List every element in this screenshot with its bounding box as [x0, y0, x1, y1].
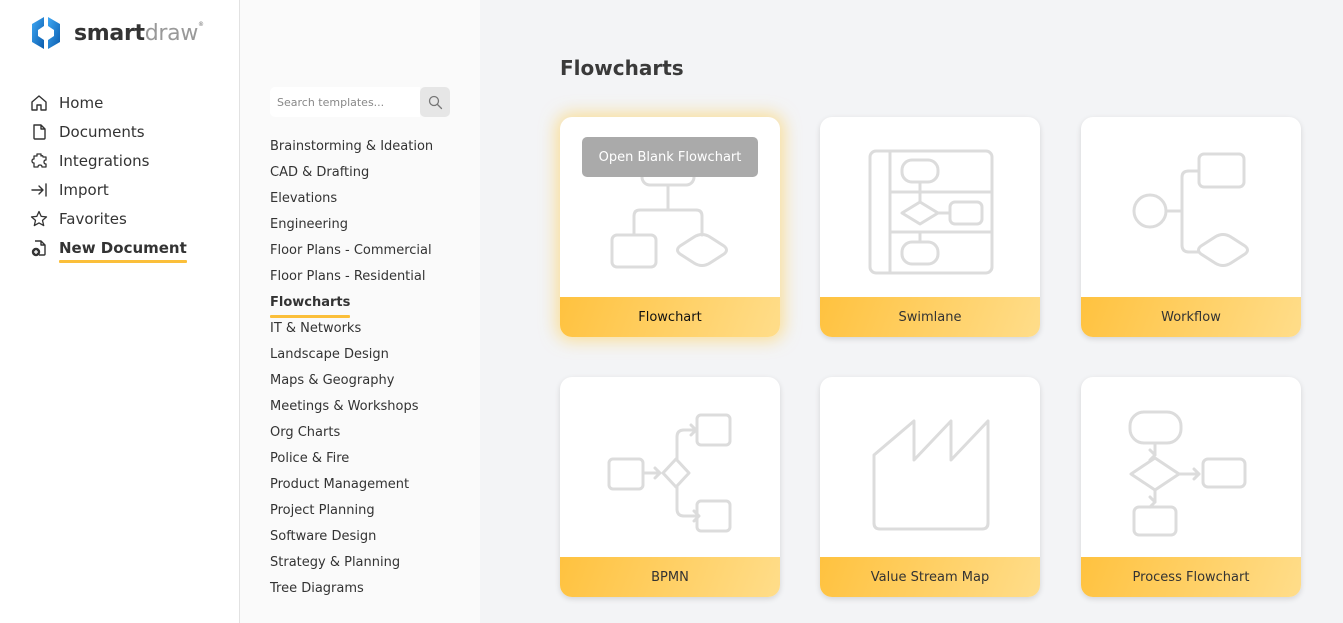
smartdraw-logo-icon: [32, 17, 60, 49]
category-item-floor-plans-commercial[interactable]: Floor Plans - Commercial: [270, 238, 433, 264]
template-card-label: Workflow: [1081, 297, 1301, 337]
smartdraw-logo[interactable]: smartdraw®: [30, 16, 204, 50]
main-nav: Home Documents Integrations Import Favor…: [29, 88, 187, 263]
template-card-process-flowchart[interactable]: Process Flowchart: [1081, 377, 1301, 597]
template-card-label: Value Stream Map: [820, 557, 1040, 597]
new-document-icon: [29, 238, 49, 258]
search-icon: [428, 95, 442, 109]
import-arrow-icon: [29, 180, 49, 200]
category-item-engineering[interactable]: Engineering: [270, 212, 433, 238]
category-item-brainstorming-ideation[interactable]: Brainstorming & Ideation: [270, 134, 433, 160]
category-item-floor-plans-residential[interactable]: Floor Plans - Residential: [270, 264, 433, 290]
nav-label: Favorites: [59, 209, 127, 228]
open-blank-flowchart-button[interactable]: Open Blank Flowchart: [582, 137, 758, 177]
puzzle-icon: [29, 151, 49, 171]
logo-wordmark: smartdraw®: [74, 20, 204, 46]
category-item-meetings-workshops[interactable]: Meetings & Workshops: [270, 394, 433, 420]
page-title: Flowcharts: [560, 56, 684, 80]
category-item-project-planning[interactable]: Project Planning: [270, 498, 433, 524]
template-card-label: Flowchart: [560, 297, 780, 337]
star-icon: [29, 209, 49, 229]
category-item-flowcharts[interactable]: Flowcharts: [270, 290, 351, 318]
search-button[interactable]: [420, 87, 450, 117]
template-search: [270, 87, 450, 117]
category-pane: Brainstorming & IdeationCAD & DraftingEl…: [240, 0, 480, 623]
template-card-label: Process Flowchart: [1081, 557, 1301, 597]
main-content: Flowcharts Open Blank Flowchart Flowchar…: [480, 0, 1343, 623]
category-item-it-networks[interactable]: IT & Networks: [270, 316, 433, 342]
category-item-maps-geography[interactable]: Maps & Geography: [270, 368, 433, 394]
bpmn-thumbnail: [560, 377, 780, 557]
category-item-tree-diagrams[interactable]: Tree Diagrams: [270, 576, 433, 602]
search-templates-input[interactable]: [270, 87, 420, 117]
template-card-value-stream-map[interactable]: Value Stream Map: [820, 377, 1040, 597]
nav-label: Import: [59, 180, 109, 199]
nav-item-new-document[interactable]: New Document: [29, 233, 187, 263]
document-icon: [29, 122, 49, 142]
category-item-software-design[interactable]: Software Design: [270, 524, 433, 550]
category-item-police-fire[interactable]: Police & Fire: [270, 446, 433, 472]
category-item-product-management[interactable]: Product Management: [270, 472, 433, 498]
nav-label: Documents: [59, 122, 145, 141]
category-item-landscape-design[interactable]: Landscape Design: [270, 342, 433, 368]
home-icon: [29, 93, 49, 113]
nav-label: New Document: [59, 238, 187, 263]
factory-thumbnail: [820, 377, 1040, 557]
category-item-cad-drafting[interactable]: CAD & Drafting: [270, 160, 433, 186]
template-card-bpmn[interactable]: BPMN: [560, 377, 780, 597]
workflow-thumbnail: [1081, 117, 1301, 297]
template-card-label: Swimlane: [820, 297, 1040, 337]
nav-label: Home: [59, 93, 104, 112]
nav-item-documents[interactable]: Documents: [29, 117, 187, 146]
nav-item-favorites[interactable]: Favorites: [29, 204, 187, 233]
sidebar: smartdraw® Home Documents Integrations I…: [0, 0, 240, 623]
template-card-flowchart[interactable]: Open Blank Flowchart Flowchart: [560, 117, 780, 337]
category-list: Brainstorming & Ideation CAD & Drafting El…: [270, 134, 433, 602]
category-item-org-charts[interactable]: Org Charts: [270, 420, 433, 446]
swimlane-thumbnail: [820, 117, 1040, 297]
nav-item-import[interactable]: Import: [29, 175, 187, 204]
nav-label: Integrations: [59, 151, 150, 170]
template-card-swimlane[interactable]: Swimlane: [820, 117, 1040, 337]
category-item-elevations[interactable]: Elevations: [270, 186, 433, 212]
nav-item-integrations[interactable]: Integrations: [29, 146, 187, 175]
template-card-label: BPMN: [560, 557, 780, 597]
category-item-strategy-planning[interactable]: Strategy & Planning: [270, 550, 433, 576]
process-flowchart-thumbnail: [1081, 377, 1301, 557]
template-card-workflow[interactable]: Workflow: [1081, 117, 1301, 337]
nav-item-home[interactable]: Home: [29, 88, 187, 117]
